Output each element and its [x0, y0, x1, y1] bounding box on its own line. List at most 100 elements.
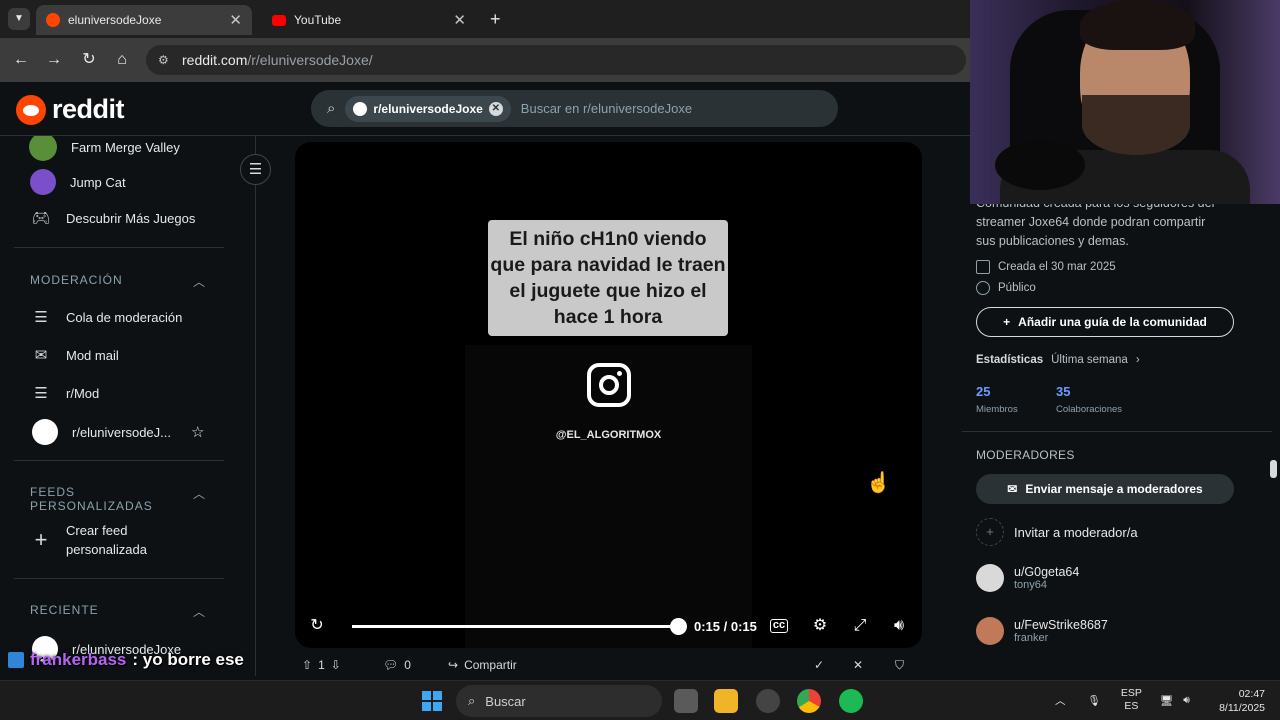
star-icon[interactable]: ☆	[191, 423, 204, 441]
search-input[interactable]: Buscar en r/eluniversodeJoxe	[521, 101, 692, 116]
sidebar-item-mod-mail[interactable]: ✉ Mod mail	[30, 344, 119, 366]
sidebar-item-mod-queue[interactable]: ☰ Cola de moderación	[30, 306, 182, 328]
reload-icon[interactable]: ↻	[79, 50, 99, 70]
chevron-up-icon: ︿	[192, 275, 206, 289]
home-icon[interactable]: ⌂	[112, 50, 132, 70]
stats-header[interactable]: Estadísticas Última semana ›	[976, 354, 1140, 366]
collapse-sidebar-button[interactable]: ☰	[240, 154, 271, 185]
chevron-right-icon: ›	[1135, 354, 1140, 366]
divider	[962, 431, 1272, 432]
new-tab-button[interactable]: +	[490, 9, 501, 30]
remove-icon[interactable]: ✕	[853, 658, 863, 672]
created-date: Creada el 30 mar 2025	[976, 260, 1116, 274]
replay-icon[interactable]: ↻	[307, 616, 327, 636]
moderation-section-header[interactable]: MODERACIÓN ︿	[30, 273, 206, 290]
language-indicator[interactable]: ESP ES	[1121, 687, 1142, 713]
video-player[interactable]: El niño cH1n0 viendo que para navidad le…	[295, 142, 922, 648]
instagram-icon	[587, 363, 631, 407]
taskbar-search[interactable]: ⌕ Buscar	[456, 685, 662, 717]
volume-icon[interactable]: 🔊︎	[889, 616, 909, 636]
mail-icon: ✉	[34, 347, 48, 364]
moderator-flair: tony64	[1014, 579, 1048, 591]
file-explorer-icon[interactable]	[714, 689, 738, 713]
search-bar[interactable]: ⌕ r/eluniversodeJoxe ✕ Buscar en r/eluni…	[311, 90, 838, 127]
comment-count: 0	[404, 658, 411, 672]
microphone-icon[interactable]: 🎙︎	[1088, 694, 1101, 707]
microphone	[995, 140, 1085, 190]
streamer-hair	[1080, 0, 1195, 50]
streamer-beard	[1082, 95, 1190, 155]
chrome-icon[interactable]	[797, 689, 821, 713]
reddit-logo[interactable]: reddit	[16, 94, 125, 125]
close-tab-icon[interactable]: ✕	[229, 11, 242, 29]
captions-icon[interactable]: cc	[770, 619, 788, 633]
stats-label: Estadísticas	[976, 354, 1044, 366]
guide-button-label: Añadir una guía de la comunidad	[1018, 315, 1207, 329]
recent-section-header[interactable]: RECIENTE ︿	[30, 603, 206, 620]
invite-moderator-button[interactable]: + Invitar a moderador/a	[976, 518, 1138, 546]
mod-icon: ☰	[34, 385, 48, 402]
search-icon: ⌕	[468, 693, 476, 708]
scrollbar[interactable]	[1270, 460, 1277, 478]
tab-title: YouTube	[294, 13, 342, 27]
section-title: FEEDS PERSONALIZADAS	[30, 485, 153, 513]
clear-chip-icon[interactable]: ✕	[488, 101, 503, 116]
feeds-section-header[interactable]: FEEDS PERSONALIZADAS ︿	[30, 485, 206, 513]
vote-group: ⇧ 1 ⇩	[302, 658, 341, 672]
community-search-chip[interactable]: r/eluniversodeJoxe ✕	[345, 95, 511, 122]
cat-game-icon	[30, 169, 56, 195]
tab-search-button[interactable]: ▼	[8, 8, 30, 30]
sidebar-item-farm-merge-valley[interactable]: Farm Merge Valley	[29, 136, 180, 161]
url-path: /r/eluniversodeJoxe/	[247, 52, 373, 68]
comment-icon: 💬︎	[383, 658, 399, 672]
moderator-row[interactable]: u/G0geta64 tony64	[976, 564, 1079, 592]
spotify-icon[interactable]	[839, 689, 863, 713]
chevron-up-icon[interactable]: ︿	[1055, 693, 1066, 708]
left-sidebar: Farm Merge Valley Jump Cat 🎮︎ Descubrir …	[0, 136, 256, 676]
task-view-icon[interactable]	[674, 689, 698, 713]
tab-eluniversodejoxe[interactable]: eluniversodeJoxe ✕	[36, 5, 252, 35]
sidebar-item-label: Farm Merge Valley	[71, 139, 180, 155]
post-action-bar: ⇧ 1 ⇩ 💬︎ 0 ↪ Compartir ✓ ✕ ⛉	[295, 658, 922, 676]
lang-top: ESP	[1120, 687, 1142, 699]
close-tab-icon[interactable]: ✕	[453, 11, 466, 29]
video-frame: @EL_ALGORITMOX	[465, 345, 752, 648]
upvote-icon[interactable]: ⇧	[302, 658, 312, 672]
settings-gear-icon[interactable]: ⚙	[810, 616, 830, 636]
approve-icon[interactable]: ✓	[814, 658, 824, 672]
add-guide-button[interactable]: + Añadir una guía de la comunidad	[976, 307, 1234, 337]
shield-icon[interactable]: ⛉	[895, 658, 904, 673]
progress-handle[interactable]	[670, 618, 687, 635]
taskbar-clock[interactable]: 02:47 8/11/2025	[1205, 687, 1265, 715]
downvote-icon[interactable]: ⇩	[331, 658, 341, 672]
tab-youtube[interactable]: YouTube ✕	[262, 5, 476, 35]
chat-text: : yo borre ese	[132, 650, 244, 669]
start-button[interactable]	[422, 691, 442, 711]
farm-game-icon	[29, 136, 57, 161]
site-info-icon[interactable]: ⚙	[158, 53, 169, 67]
volume-icon[interactable]: 🔊︎	[1183, 694, 1190, 707]
create-feed-button[interactable]: + Crear feed personalizada	[30, 521, 156, 559]
sidebar-item-community[interactable]: r/eluniversodeJ... ☆	[30, 419, 204, 445]
share-button[interactable]: ↪ Compartir	[448, 658, 517, 672]
message-moderators-button[interactable]: ✉ Enviar mensaje a moderadores	[976, 474, 1234, 504]
forward-arrow-icon[interactable]: →	[44, 50, 64, 70]
address-bar[interactable]: ⚙ reddit.com/r/eluniversodeJoxe/	[146, 45, 966, 75]
moderator-row[interactable]: u/FewStrike8687 franker	[976, 617, 1108, 645]
stats-period: Última semana	[1051, 354, 1128, 366]
sidebar-item-jump-cat[interactable]: Jump Cat	[30, 169, 126, 195]
contributions-label: Colaboraciones	[1056, 404, 1123, 415]
app-icon[interactable]	[756, 689, 780, 713]
progress-bar[interactable]	[352, 625, 679, 628]
back-arrow-icon[interactable]: ←	[11, 50, 31, 70]
network-icon[interactable]: 🖥︎	[1160, 694, 1173, 707]
avatar	[976, 564, 1004, 592]
sidebar-item-discover-games[interactable]: 🎮︎ Descubrir Más Juegos	[30, 207, 195, 229]
section-title: MODERACIÓN	[30, 273, 123, 287]
fullscreen-icon[interactable]: ⤢	[850, 616, 870, 636]
sidebar-item-label: Cola de moderación	[66, 309, 183, 325]
chat-badge-icon	[8, 652, 24, 668]
comments-button[interactable]: 💬︎ 0	[383, 658, 411, 672]
sidebar-item-r-mod[interactable]: ☰ r/Mod	[30, 382, 99, 404]
reddit-favicon-icon	[46, 13, 60, 27]
